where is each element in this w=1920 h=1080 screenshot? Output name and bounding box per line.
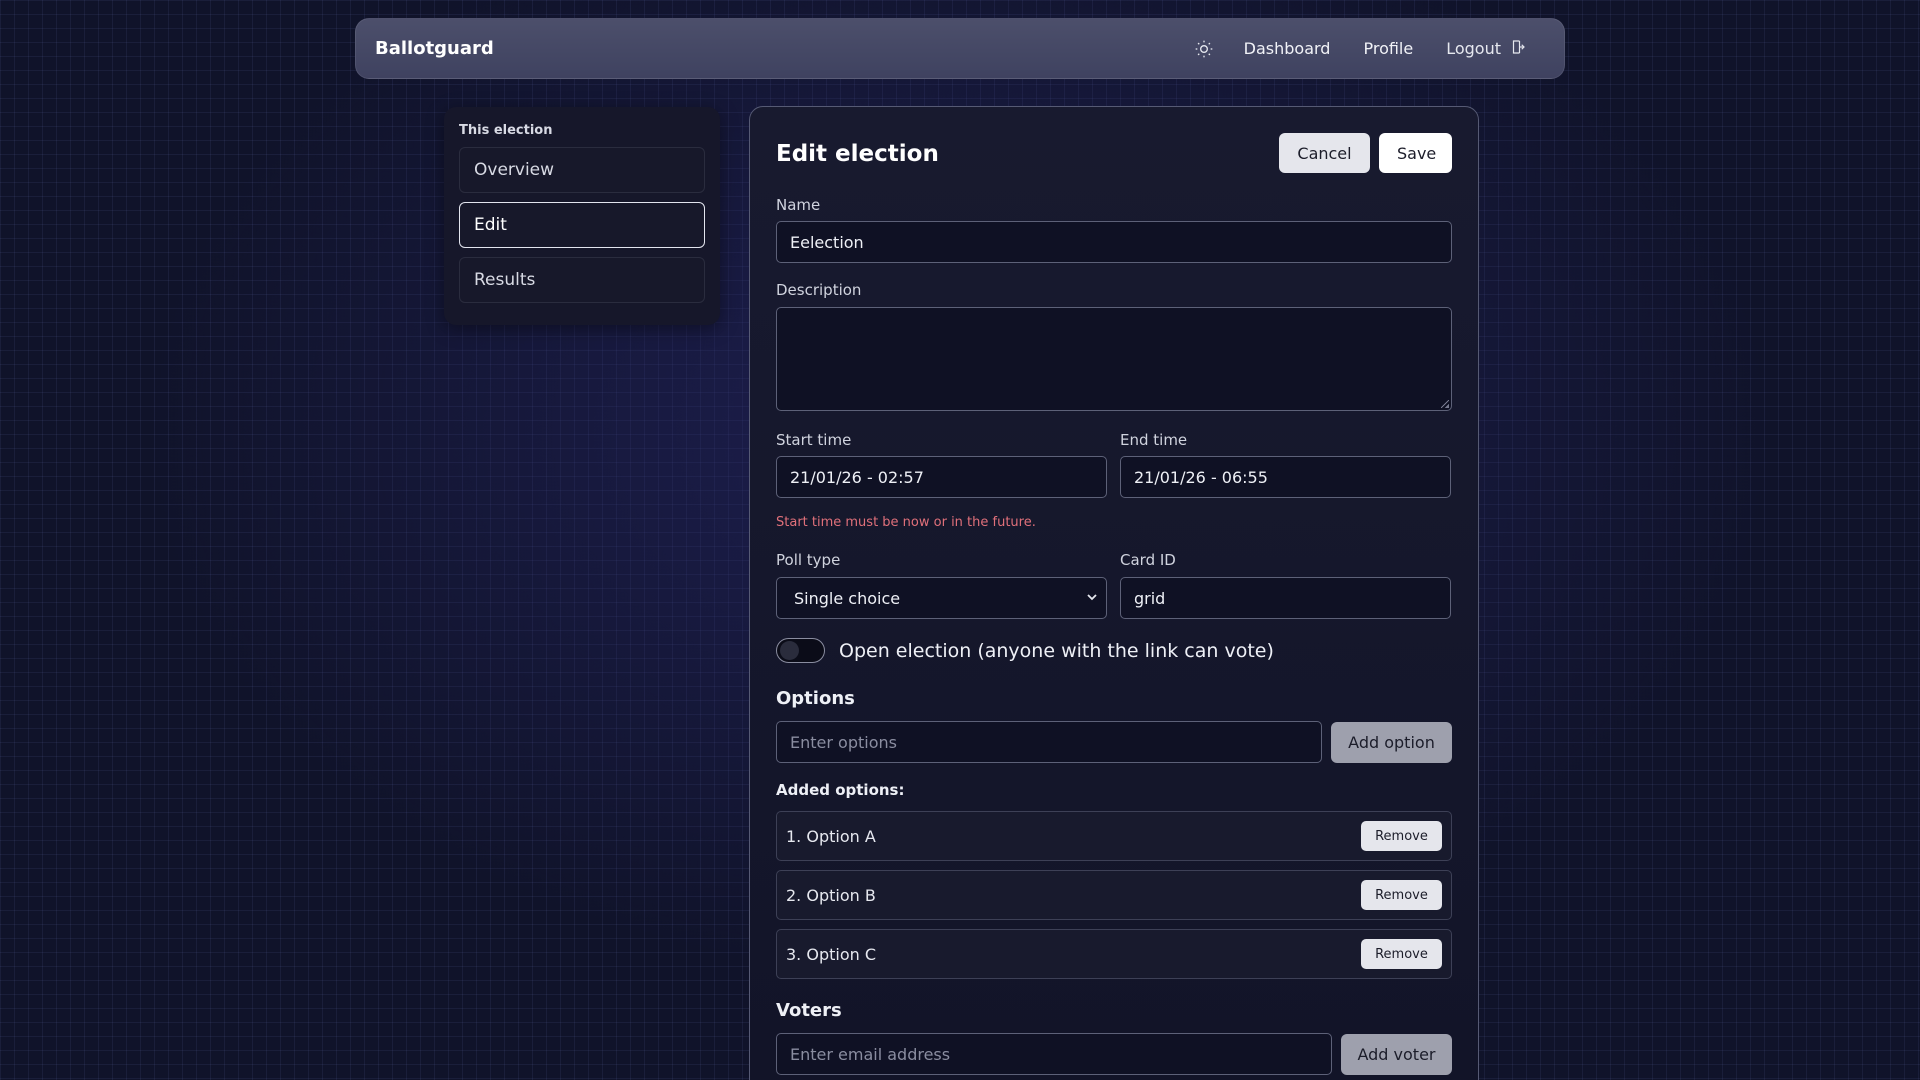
page-title: Edit election xyxy=(776,141,939,167)
save-button[interactable]: Save xyxy=(1379,133,1452,173)
election-sidebar: This election Overview Edit Results xyxy=(444,107,720,325)
options-input[interactable]: Enter options xyxy=(776,721,1322,763)
description-textarea[interactable] xyxy=(776,307,1452,411)
remove-option-button[interactable]: Remove xyxy=(1361,939,1442,969)
logout-button[interactable]: Logout xyxy=(1446,38,1527,60)
card-header: Edit election Cancel Save xyxy=(776,133,1452,173)
add-voter-button[interactable]: Add voter xyxy=(1341,1034,1452,1075)
name-label: Name xyxy=(776,196,821,214)
sidebar-title: This election xyxy=(459,123,553,138)
end-time-label: End time xyxy=(1120,431,1188,449)
sun-icon[interactable] xyxy=(1192,37,1216,61)
sidebar-item-edit[interactable]: Edit xyxy=(459,202,705,248)
option-label: 1. Option A xyxy=(786,826,876,846)
card-id-input[interactable]: grid xyxy=(1120,577,1451,619)
header-actions: Cancel Save xyxy=(1279,133,1452,173)
logout-label: Logout xyxy=(1446,39,1501,58)
open-election-row: Open election (anyone with the link can … xyxy=(776,638,1274,663)
sidebar-item-results[interactable]: Results xyxy=(459,257,705,303)
nav-right: Dashboard Profile Logout xyxy=(1192,37,1545,61)
remove-option-button[interactable]: Remove xyxy=(1361,821,1442,851)
edit-election-card: Edit election Cancel Save Name Eelection… xyxy=(749,106,1479,1080)
top-navbar: Ballotguard Dashboard Profile Logout xyxy=(355,18,1565,79)
poll-type-label: Poll type xyxy=(776,551,841,569)
name-input[interactable]: Eelection xyxy=(776,221,1452,263)
options-heading: Options xyxy=(776,688,855,709)
logout-icon xyxy=(1509,38,1527,60)
added-options-heading: Added options: xyxy=(776,781,905,799)
open-election-label: Open election (anyone with the link can … xyxy=(839,639,1274,662)
nav-profile-link[interactable]: Profile xyxy=(1363,39,1413,58)
option-label: 2. Option B xyxy=(786,885,876,905)
toggle-knob xyxy=(780,641,799,660)
start-time-label: Start time xyxy=(776,431,852,449)
cancel-button[interactable]: Cancel xyxy=(1279,133,1370,173)
description-label: Description xyxy=(776,281,862,299)
voters-heading: Voters xyxy=(776,1000,842,1021)
sidebar-item-overview[interactable]: Overview xyxy=(459,147,705,193)
open-election-toggle[interactable] xyxy=(776,638,825,663)
nav-dashboard-link[interactable]: Dashboard xyxy=(1244,39,1331,58)
brand-logo[interactable]: Ballotguard xyxy=(375,38,494,59)
option-row: 1. Option A Remove xyxy=(776,811,1452,861)
resize-handle-icon[interactable] xyxy=(1441,400,1449,408)
option-row: 3. Option C Remove xyxy=(776,929,1452,979)
remove-option-button[interactable]: Remove xyxy=(1361,880,1442,910)
add-option-button[interactable]: Add option xyxy=(1331,722,1452,763)
start-time-error: Start time must be now or in the future. xyxy=(776,515,1036,530)
card-id-label: Card ID xyxy=(1120,551,1176,569)
voter-email-input[interactable]: Enter email address xyxy=(776,1033,1332,1075)
end-time-input[interactable]: 21/01/26 - 06:55 xyxy=(1120,456,1451,498)
chevron-down-icon xyxy=(1086,591,1098,606)
option-label: 3. Option C xyxy=(786,944,877,964)
start-time-input[interactable]: 21/01/26 - 02:57 xyxy=(776,456,1107,498)
poll-type-select[interactable]: Single choice xyxy=(776,577,1107,619)
option-row: 2. Option B Remove xyxy=(776,870,1452,920)
poll-type-value: Single choice xyxy=(794,588,901,608)
